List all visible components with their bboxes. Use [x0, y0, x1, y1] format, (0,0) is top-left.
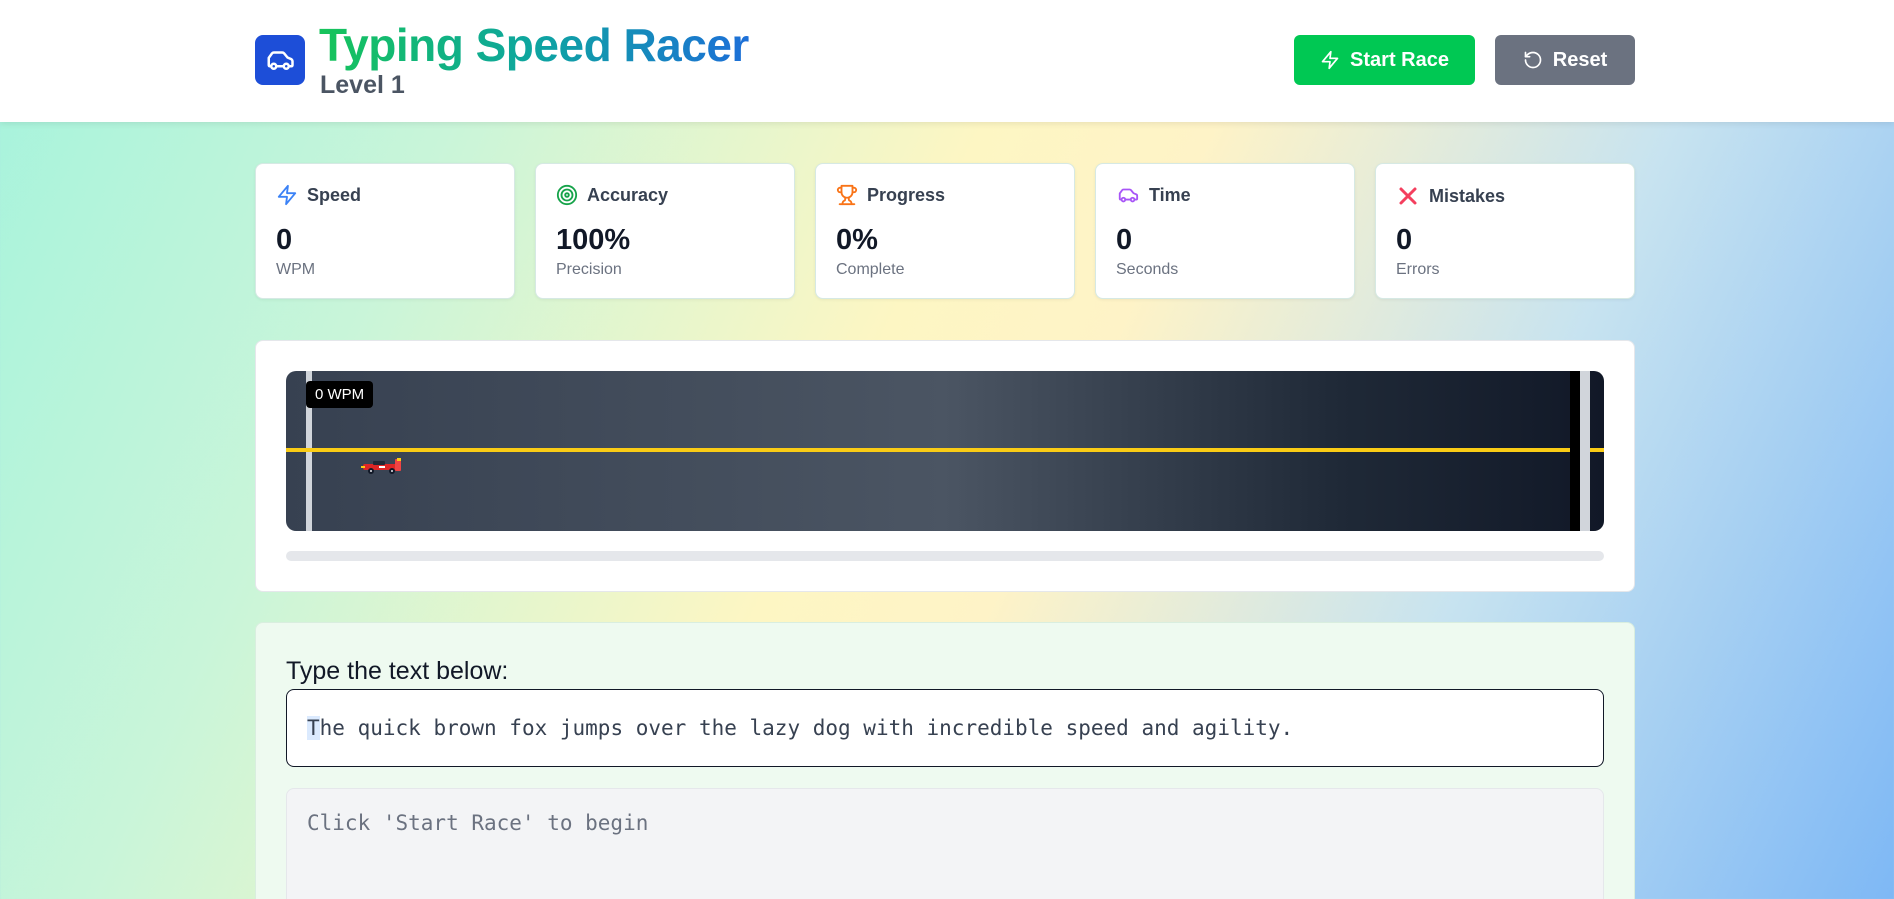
stat-card-time: Time 0 Seconds	[1095, 163, 1355, 299]
car-icon	[267, 51, 294, 70]
typing-instruction: Type the text below:	[286, 657, 509, 685]
race-car-icon	[361, 458, 401, 474]
lightning-icon	[1321, 50, 1339, 70]
stat-value: 0	[276, 224, 293, 256]
stat-unit: Seconds	[1116, 261, 1179, 278]
current-char: T	[307, 716, 320, 740]
stat-unit: Complete	[836, 261, 905, 278]
stat-label: Time	[1149, 184, 1191, 205]
race-track: 0 WPM	[286, 371, 1604, 531]
typing-input[interactable]	[286, 788, 1604, 899]
stat-label: Accuracy	[587, 184, 669, 205]
typing-panel: Type the text below: The quick brown fox…	[255, 622, 1635, 899]
start-race-label: Start Race	[1350, 48, 1449, 71]
finish-line-stripe	[1580, 371, 1590, 531]
wpm-tag: 0 WPM	[306, 381, 374, 408]
stat-card-progress: Progress 0% Complete	[815, 163, 1075, 299]
lane-divider	[286, 448, 1604, 452]
reset-label: Reset	[1552, 48, 1608, 71]
stat-value: 0%	[836, 224, 878, 256]
stat-unit: WPM	[276, 261, 316, 278]
reset-button[interactable]: Reset	[1495, 35, 1635, 85]
stat-card-mistakes: Mistakes 0 Errors	[1375, 163, 1635, 299]
app-header: Typing Speed Racer Level 1 Start Race Re…	[0, 0, 1894, 122]
lightning-icon	[277, 184, 297, 206]
stat-card-accuracy: Accuracy 100% Precision	[535, 163, 795, 299]
stat-label: Progress	[867, 184, 946, 205]
reset-icon	[1524, 51, 1542, 69]
car-icon	[1118, 188, 1139, 203]
stat-value: 100%	[556, 224, 631, 256]
remaining-text: he quick brown fox jumps over the lazy d…	[319, 716, 1294, 740]
race-panel: 0 WPM	[255, 340, 1635, 592]
stat-card-speed: Speed 0 WPM	[255, 163, 515, 299]
stat-unit: Precision	[556, 261, 622, 278]
stat-label: Mistakes	[1429, 185, 1506, 206]
sample-text: The quick brown fox jumps over the lazy …	[286, 689, 1604, 767]
target-icon	[556, 184, 578, 206]
stat-label: Speed	[307, 184, 362, 205]
stat-value: 0	[1396, 224, 1413, 256]
trophy-icon	[836, 184, 858, 206]
level-label: Level 1	[320, 71, 405, 99]
stat-value: 0	[1116, 224, 1133, 256]
race-progress-bar	[286, 551, 1604, 561]
stat-unit: Errors	[1396, 261, 1440, 278]
start-race-button[interactable]: Start Race	[1294, 35, 1475, 85]
finish-line	[1570, 371, 1580, 531]
app-title: Typing Speed Racer	[319, 19, 749, 71]
logo	[255, 35, 305, 85]
close-icon	[1399, 187, 1417, 205]
